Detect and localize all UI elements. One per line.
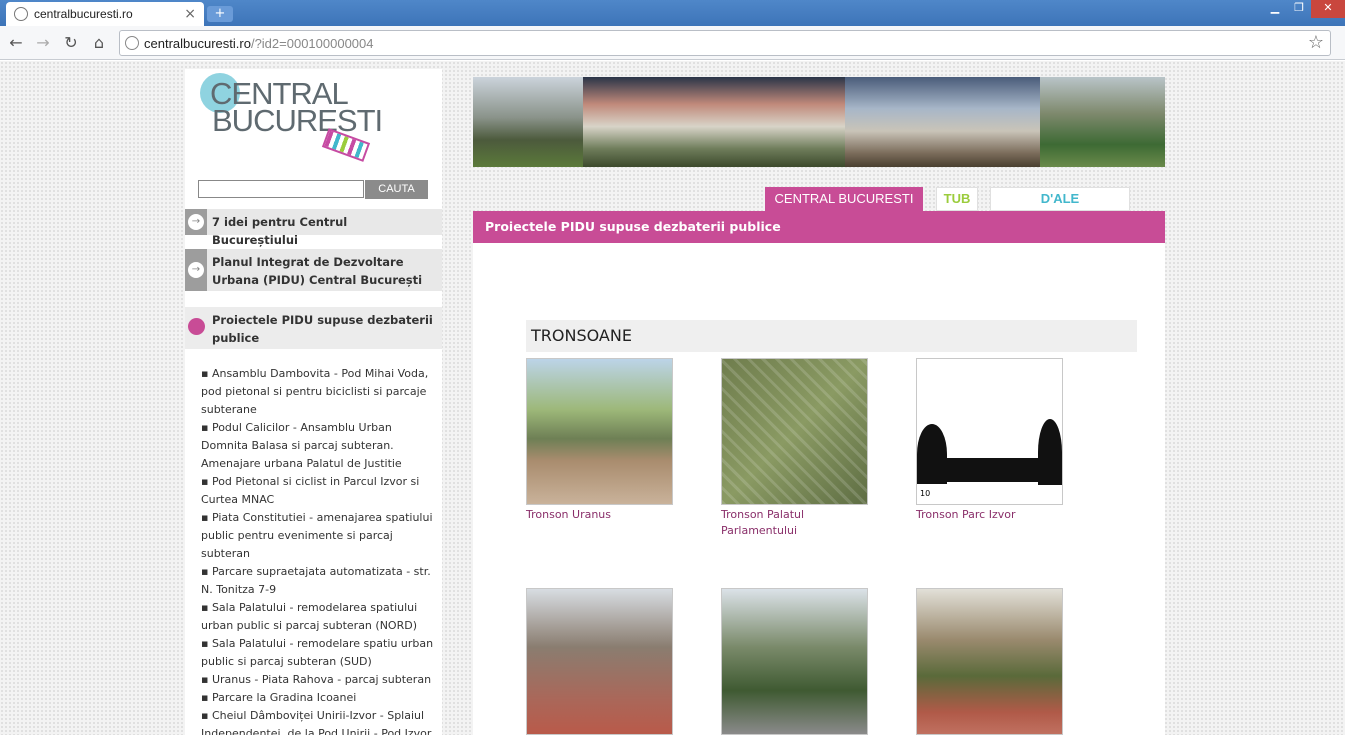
browser-toolbar: ← → ↻ ⌂ centralbucuresti.ro/?id2=0001000… — [0, 26, 1345, 60]
close-tab-icon[interactable]: × — [184, 6, 196, 22]
sidebar-item-label: Planul Integrat de Dezvoltare Urbana (PI… — [212, 255, 423, 287]
banner-photo-4 — [1040, 77, 1165, 167]
forward-icon[interactable]: → — [32, 32, 54, 54]
banner-photo-1 — [473, 77, 583, 167]
sidebar-item-label: Proiectele PIDU supuse dezbaterii public… — [212, 313, 433, 345]
thumbnail-street-1[interactable] — [526, 588, 673, 735]
thumbnail-uranus[interactable] — [526, 358, 673, 505]
project-link[interactable]: ▪ Cheiul Dâmboviței Unirii-Izvor - Splai… — [201, 707, 441, 735]
project-link[interactable]: ▪ Sala Palatului - remodelarea spatiului… — [201, 599, 441, 635]
project-link[interactable]: ▪ Sala Palatului - remodelare spatiu urb… — [201, 635, 441, 671]
project-link[interactable]: ▪ Pod Pietonal si ciclist in Parcul Izvo… — [201, 473, 441, 509]
window-close-icon[interactable]: ✕ — [1311, 0, 1345, 18]
scale-label: 10 — [920, 489, 931, 498]
arrow-right-icon: → — [188, 262, 204, 278]
logo-word-bucuresti: BUCURESTI — [212, 103, 383, 138]
tab-title: centralbucuresti.ro — [34, 7, 133, 21]
project-link[interactable]: ▪ Ansamblu Dambovita - Pod Mihai Voda, p… — [201, 365, 441, 419]
url-path: /?id2=000100000004 — [250, 36, 374, 51]
main-content: Proiectele PIDU supuse dezbaterii public… — [473, 211, 1165, 735]
section-title: TRONSOANE — [526, 320, 1137, 352]
thumbnail-parc-izvor[interactable]: 10 — [916, 358, 1063, 505]
reload-icon[interactable]: ↻ — [60, 32, 82, 54]
sidebar-item-label: 7 idei pentru Centrul Bucureștiului — [212, 215, 348, 247]
project-list: ▪ Ansamblu Dambovita - Pod Mihai Voda, p… — [201, 365, 441, 735]
url-text: centralbucuresti.ro/?id2=000100000004 — [144, 36, 374, 51]
right-column: CENTRAL BUCURESTI TUB D'ALE BUCURESTIULU… — [473, 77, 1165, 735]
search-input[interactable] — [198, 180, 364, 198]
thumbnail-street-2[interactable] — [721, 588, 868, 735]
globe-icon — [14, 7, 28, 21]
web-page: CENTRAL BUCURESTI CAUTA → 7 idei pentru … — [0, 61, 1345, 735]
thumbnail-street-3[interactable] — [916, 588, 1063, 735]
sidebar-item-proiecte[interactable]: Proiectele PIDU supuse dezbaterii public… — [185, 307, 442, 349]
browser-tab[interactable]: centralbucuresti.ro × — [6, 2, 204, 26]
window-controls: ▁ ❐ ✕ — [1263, 0, 1345, 18]
arrow-right-icon: → — [188, 214, 204, 230]
banner-photo-2 — [583, 77, 845, 167]
project-link[interactable]: ▪ Parcare la Gradina Icoanei — [201, 689, 441, 707]
site-logo[interactable]: CENTRAL BUCURESTI — [200, 73, 383, 173]
address-bar[interactable]: centralbucuresti.ro/?id2=000100000004 ☆ — [119, 30, 1331, 56]
page-info-icon — [125, 36, 139, 50]
home-icon[interactable]: ⌂ — [88, 32, 110, 54]
active-dot-icon — [188, 318, 205, 335]
project-link[interactable]: ▪ Parcare supraetajata automatizata - st… — [201, 563, 441, 599]
caption-link[interactable]: Tronson Parc Izvor — [916, 507, 1066, 523]
browser-titlebar: centralbucuresti.ro × + ▁ ❐ ✕ — [0, 0, 1345, 26]
tab-tub[interactable]: TUB — [936, 187, 978, 211]
tab-dale-bucurestiului[interactable]: D'ALE BUCURESTIULUI — [990, 187, 1130, 228]
back-icon[interactable]: ← — [5, 32, 27, 54]
minimize-icon[interactable]: ▁ — [1263, 0, 1287, 18]
tab-central-bucuresti[interactable]: CENTRAL BUCURESTI — [765, 187, 923, 211]
ground-silhouette — [917, 458, 1062, 482]
new-tab-button[interactable]: + — [207, 6, 233, 22]
search-button[interactable]: CAUTA — [365, 180, 428, 199]
arrow-box: → — [185, 249, 207, 291]
banner-photo-3 — [845, 77, 1040, 167]
project-link[interactable]: ▪ Piata Constitutiei - amenajarea spatiu… — [201, 509, 441, 563]
caption-link[interactable]: Tronson Uranus — [526, 507, 676, 523]
caption-link[interactable]: Tronson Palatul Parlamentului — [721, 507, 871, 539]
project-link[interactable]: ▪ Podul Calicilor - Ansamblu Urban Domni… — [201, 419, 441, 473]
url-host: centralbucuresti.ro — [144, 36, 251, 51]
header-banner-image — [473, 77, 1165, 167]
restore-icon[interactable]: ❐ — [1287, 0, 1311, 18]
bookmark-star-icon[interactable]: ☆ — [1308, 32, 1324, 53]
project-link[interactable]: ▪ Uranus - Piata Rahova - parcaj subtera… — [201, 671, 441, 689]
page-title: Proiectele PIDU supuse dezbaterii public… — [473, 211, 1165, 243]
arrow-box: → — [185, 209, 207, 235]
sidebar-item-7-idei[interactable]: → 7 idei pentru Centrul Bucureștiului — [185, 209, 442, 247]
left-column: CENTRAL BUCURESTI CAUTA → 7 idei pentru … — [185, 69, 442, 735]
sidebar-item-pidu[interactable]: → Planul Integrat de Dezvoltare Urbana (… — [185, 249, 442, 291]
thumbnail-palatul-parlamentului[interactable] — [721, 358, 868, 505]
